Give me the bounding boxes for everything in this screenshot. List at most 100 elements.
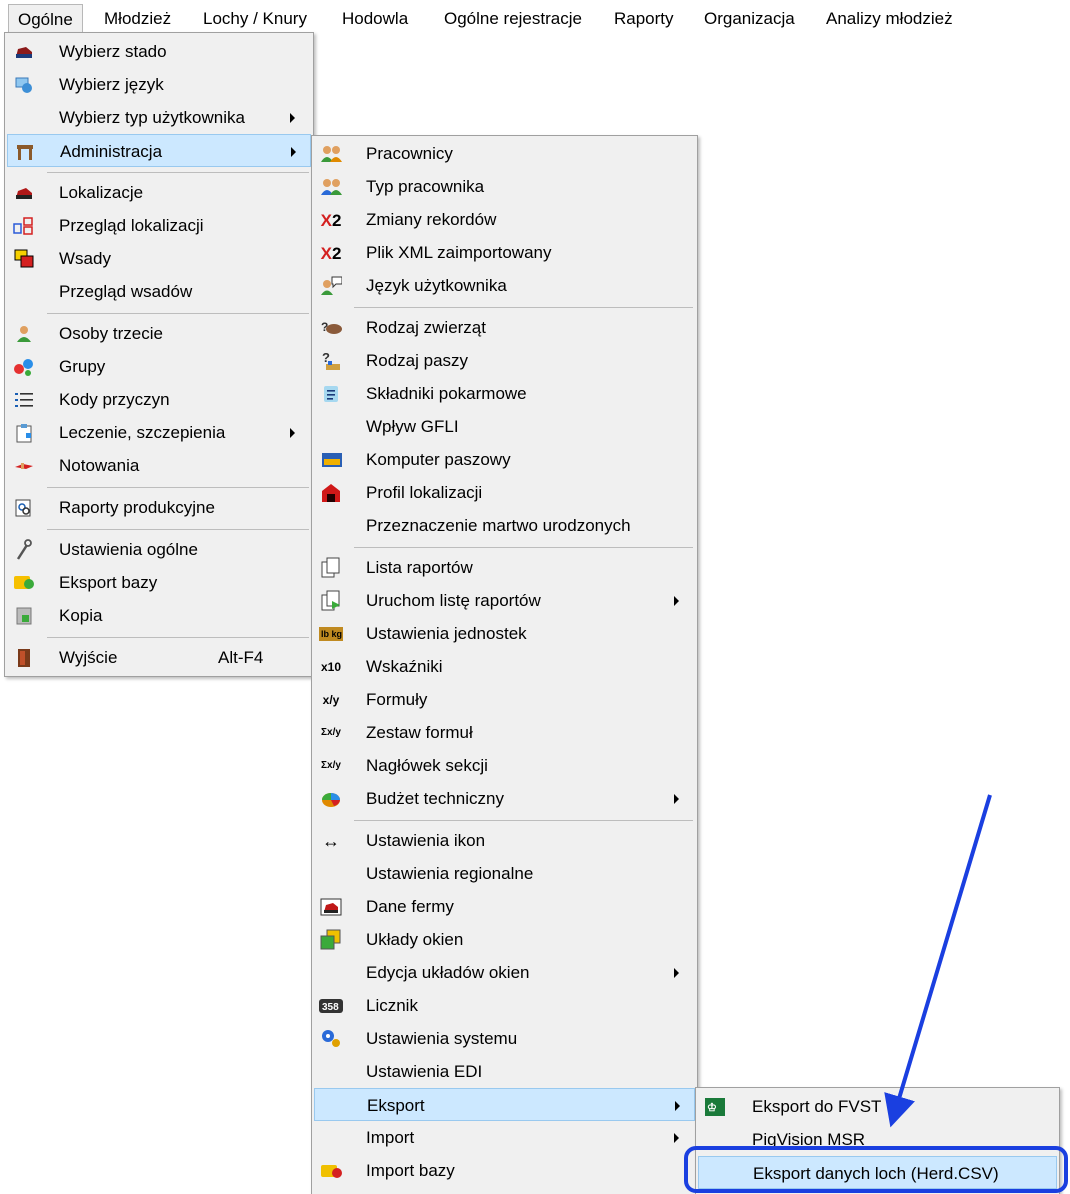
menu-item-przeglad-wsadow[interactable]: Przegląd wsadów	[7, 275, 311, 308]
barn-icon	[13, 182, 35, 204]
menu-item-leczenie-szczepienia[interactable]: Leczenie, szczepienia	[7, 416, 311, 449]
report-list-icon	[320, 557, 342, 579]
menu-item-skladniki-pokarmowe[interactable]: Składniki pokarmowe	[314, 377, 695, 410]
menubar-item-ogolne-rejestracje[interactable]: Ogólne rejestracje	[444, 6, 582, 32]
eksport-submenu: ♔ Eksport do FVST PigVision MSR Eksport …	[695, 1087, 1060, 1194]
budget-icon	[320, 788, 342, 810]
formula-set-icon: Σx/y	[321, 727, 341, 738]
menu-item-komputer-paszowy[interactable]: Komputer paszowy	[314, 443, 695, 476]
menu-item-zestaw-formul[interactable]: Σx/y Zestaw formuł	[314, 716, 695, 749]
menu-item-ustawienia-ogolne[interactable]: Ustawienia ogólne	[7, 533, 311, 566]
menu-item-ustawienia-edi[interactable]: Ustawienia EDI	[314, 1055, 695, 1088]
menu-separator	[47, 172, 309, 173]
menubar-item-analizy-mlodziez[interactable]: Analizy młodzież	[826, 6, 953, 32]
menubar-item-organizacja[interactable]: Organizacja	[704, 6, 795, 32]
menu-item-przeznaczenie-martwo-urodzonych[interactable]: Przeznaczenie martwo urodzonych	[314, 509, 695, 542]
menu-item-label: Raporty produkcyjne	[59, 498, 215, 517]
menubar-item-hodowla[interactable]: Hodowla	[342, 6, 408, 32]
formulas-icon: x/y	[322, 693, 340, 707]
menu-item-label: Profil lokalizacji	[366, 483, 483, 502]
menu-item-label: Ustawienia ogólne	[59, 540, 198, 559]
menu-item-profil-lokalizacji[interactable]: Profil lokalizacji	[314, 476, 695, 509]
menu-item-administracja[interactable]: Administracja	[7, 134, 311, 167]
menu-item-uklady-okien[interactable]: Układy okien	[314, 923, 695, 956]
user-language-icon	[320, 275, 342, 297]
menu-item-raporty-produkcyjne[interactable]: Raporty produkcyjne	[7, 491, 311, 524]
menu-item-label: Eksport danych loch (Herd.CSV)	[753, 1164, 999, 1183]
menu-item-wsady[interactable]: Wsady	[7, 242, 311, 275]
menu-item-lokalizacje[interactable]: Lokalizacje	[7, 176, 311, 209]
menu-item-pracownicy[interactable]: Pracownicy	[314, 137, 695, 170]
menu-item-eksport-bazy[interactable]: Eksport bazy	[7, 566, 311, 599]
menu-item-licznik[interactable]: 358 Licznik	[314, 989, 695, 1022]
menu-item-zmiany-rekordow[interactable]: X2 Zmiany rekordów	[314, 203, 695, 236]
menu-item-formuly[interactable]: x/y Formuły	[314, 683, 695, 716]
menu-item-label: Zmiany rekordów	[366, 210, 497, 229]
menu-item-ustawienia-regionalne[interactable]: Ustawienia regionalne	[314, 857, 695, 890]
menu-item-eksport-danych-loch[interactable]: Eksport danych loch (Herd.CSV)	[698, 1156, 1057, 1189]
svg-text:lb kg: lb kg	[321, 629, 342, 639]
menu-item-pigvision-msr[interactable]: PigVision MSR	[698, 1123, 1057, 1156]
menu-item-notowania[interactable]: Notowania	[7, 449, 311, 482]
menu-item-wyjscie[interactable]: Wyjście Alt-F4	[7, 641, 311, 674]
menu-item-naglowek-sekcji[interactable]: Σx/y Nagłówek sekcji	[314, 749, 695, 782]
menu-item-wybierz-typ-uzytkownika[interactable]: Wybierz typ użytkownika	[7, 101, 311, 134]
menu-item-label: Eksport bazy	[59, 573, 158, 592]
menu-item-label: Język użytkownika	[366, 276, 507, 295]
menu-item-grupy[interactable]: Grupy	[7, 350, 311, 383]
submenu-arrow-icon	[674, 968, 679, 978]
menu-item-rodzaj-paszy[interactable]: ? Rodzaj paszy	[314, 344, 695, 377]
menu-item-wskazniki[interactable]: x10 Wskaźniki	[314, 650, 695, 683]
menu-separator	[354, 820, 693, 821]
menu-item-dane-fermy[interactable]: Dane fermy	[314, 890, 695, 923]
menu-item-eksport-do-fvst[interactable]: ♔ Eksport do FVST	[698, 1090, 1057, 1123]
menu-item-label: Wybierz stado	[59, 42, 167, 61]
submenu-arrow-icon	[674, 794, 679, 804]
menu-separator	[47, 313, 309, 314]
menu-item-jezyk-uzytkownika[interactable]: Język użytkownika	[314, 269, 695, 302]
menu-item-eksport[interactable]: Eksport	[314, 1088, 695, 1121]
menu-item-label: Ustawienia systemu	[366, 1029, 518, 1048]
menu-item-plik-xml[interactable]: X2 Plik XML zaimportowany	[314, 236, 695, 269]
menu-item-rodzaj-zwierzat[interactable]: ? Rodzaj zwierząt	[314, 311, 695, 344]
menu-item-import[interactable]: Import	[314, 1121, 695, 1154]
menu-item-uruchom-liste-raportow[interactable]: Uruchom listę raportów	[314, 584, 695, 617]
menu-separator	[47, 487, 309, 488]
menu-item-wybierz-stado[interactable]: Wybierz stado	[7, 35, 311, 68]
menu-item-przeglad-lokalizacji[interactable]: Przegląd lokalizacji	[7, 209, 311, 242]
menu-item-label: Ustawienia regionalne	[366, 864, 534, 883]
svg-text:♔: ♔	[707, 1102, 717, 1114]
menu-item-ustawienia-jednostek[interactable]: lb kg Ustawienia jednostek	[314, 617, 695, 650]
menu-item-ustawienia-ikon[interactable]: ↔ Ustawienia ikon	[314, 824, 695, 857]
menubar-item-lochy-knury[interactable]: Lochy / Knury	[203, 6, 307, 32]
section-header-icon: Σx/y	[321, 760, 341, 771]
menu-item-kopia[interactable]: Kopia	[7, 599, 311, 632]
menu-item-budzet-techniczny[interactable]: Budżet techniczny	[314, 782, 695, 815]
menu-item-label: Import	[366, 1128, 415, 1147]
menubar-item-mlodziez[interactable]: Młodzież	[104, 6, 171, 32]
menu-item-edycja-ukladow-okien[interactable]: Edycja układów okien	[314, 956, 695, 989]
employees-icon	[320, 143, 342, 165]
menu-item-typ-pracownika[interactable]: Typ pracownika	[314, 170, 695, 203]
menu-item-label: Komputer paszowy	[366, 450, 511, 469]
administration-icon	[14, 141, 36, 163]
menu-item-wybierz-jezyk[interactable]: Wybierz język	[7, 68, 311, 101]
menu-item-lista-raportow[interactable]: Lista raportów	[314, 551, 695, 584]
menu-item-label: Wsady	[59, 249, 111, 268]
menu-item-label: Typ pracownika	[366, 177, 485, 196]
run-reports-icon	[320, 590, 342, 612]
menu-item-label: Notowania	[59, 456, 140, 475]
menu-item-label: Grupy	[59, 357, 106, 376]
menu-item-label: Wybierz typ użytkownika	[59, 108, 245, 127]
menu-item-wplyw-gfli[interactable]: Wpływ GFLI	[314, 410, 695, 443]
menu-item-ustawienia-systemu[interactable]: Ustawienia systemu	[314, 1022, 695, 1055]
menu-item-osoby-trzecie[interactable]: Osoby trzecie	[7, 317, 311, 350]
nutrients-icon	[320, 383, 342, 405]
clipboard-icon	[13, 422, 35, 444]
menu-separator	[47, 529, 309, 530]
menu-item-kody-przyczyn[interactable]: Kody przyczyn	[7, 383, 311, 416]
groups-icon	[13, 356, 35, 378]
menu-separator	[354, 547, 693, 548]
menu-item-import-bazy[interactable]: Import bazy	[314, 1154, 695, 1187]
menubar-item-raporty[interactable]: Raporty	[614, 6, 674, 32]
